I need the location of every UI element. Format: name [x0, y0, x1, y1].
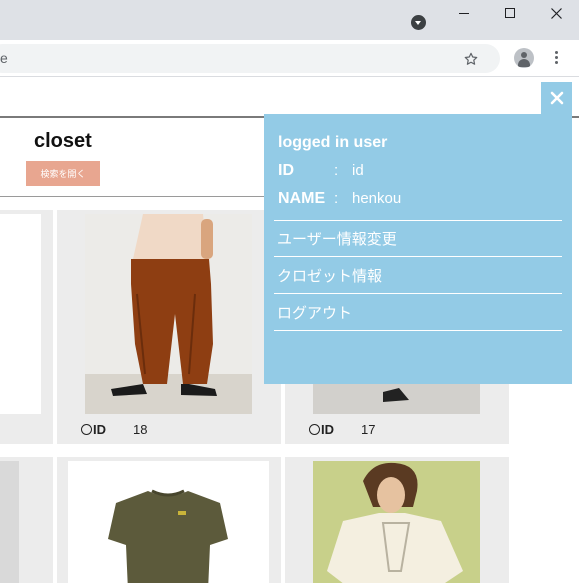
colon: : [334, 190, 339, 207]
browser-menu-icon[interactable] [555, 51, 559, 67]
bookmark-star-icon[interactable] [463, 51, 479, 67]
select-radio[interactable] [81, 424, 92, 435]
closet-card[interactable] [57, 457, 281, 583]
close-panel-button[interactable] [541, 82, 572, 114]
id-value: 17 [361, 422, 376, 437]
browser-toolbar: e [0, 40, 579, 77]
user-id-key: ID [278, 162, 294, 179]
user-id-value: id [352, 162, 364, 179]
page-title: closet [34, 130, 92, 152]
item-image-brown-pants [85, 214, 252, 414]
colon: : [334, 162, 339, 179]
item-image-olive-tshirt [68, 461, 269, 583]
id-label: ID [93, 422, 106, 437]
item-meta: ID 17 [309, 422, 375, 437]
edit-user-info-link[interactable]: ユーザー情報変更 [274, 220, 562, 257]
closet-card[interactable] [0, 210, 53, 444]
user-name-key: NAME [278, 190, 326, 207]
id-label: ID [321, 422, 334, 437]
logout-link[interactable]: ログアウト [274, 294, 562, 331]
item-meta: ID 18 [81, 422, 147, 437]
user-panel: logged in user ID: id NAME: henkou ユーザー情報変… [264, 114, 572, 384]
user-id-row: ID: id [278, 162, 364, 180]
close-icon [550, 91, 563, 105]
panel-heading: logged in user [278, 134, 388, 151]
close-window-button[interactable] [533, 0, 579, 26]
item-image [0, 214, 41, 414]
closet-info-link[interactable]: クロゼット情報 [274, 257, 562, 294]
maximize-button[interactable] [487, 0, 533, 26]
minimize-icon [459, 12, 469, 14]
address-text[interactable]: e [0, 50, 8, 66]
closet-card[interactable]: ID 18 [57, 210, 281, 444]
item-image [0, 461, 19, 583]
maximize-icon [505, 8, 515, 18]
item-image-lace-blouse [313, 461, 480, 583]
closet-card[interactable] [285, 457, 509, 583]
account-avatar-icon[interactable] [514, 48, 534, 68]
user-name-value: henkou [352, 190, 402, 207]
address-bar[interactable]: e [0, 44, 500, 73]
id-value: 18 [133, 422, 148, 437]
select-radio[interactable] [309, 424, 320, 435]
close-icon [550, 7, 562, 19]
site-header [0, 78, 579, 118]
minimize-button[interactable] [441, 0, 487, 26]
tab-search-icon[interactable] [411, 15, 426, 30]
closet-card[interactable] [0, 457, 53, 583]
browser-titlebar [0, 0, 579, 40]
user-name-row: NAME: henkou [278, 190, 401, 208]
open-search-button[interactable]: 検索を開く [26, 161, 100, 186]
